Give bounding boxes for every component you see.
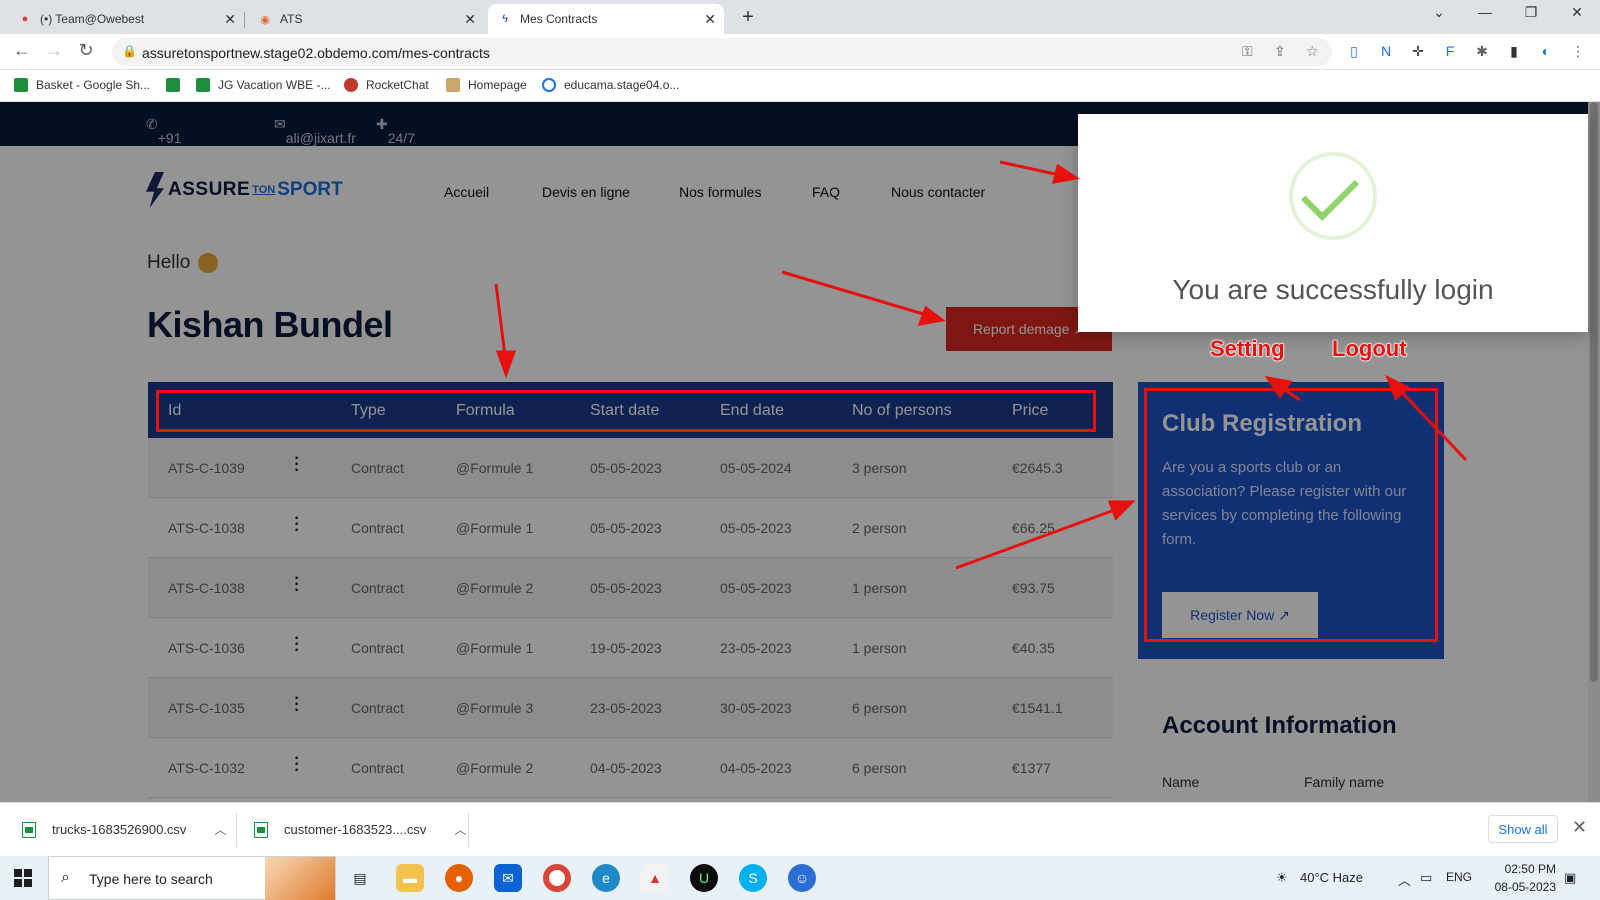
chevron-up-icon[interactable]: ︿	[214, 821, 226, 838]
success-message: You are successfully login	[1172, 274, 1494, 305]
sheets-icon	[196, 78, 210, 92]
tab-search-icon[interactable]: ⌄	[1424, 4, 1454, 21]
app-icon[interactable]: ▲	[641, 864, 669, 892]
weather-icon[interactable]: ☀	[1276, 870, 1288, 886]
file-explorer-icon[interactable]: ▬	[396, 864, 424, 892]
skype-icon[interactable]: S	[739, 864, 767, 892]
edge-icon[interactable]: e	[592, 864, 620, 892]
csv-file-icon	[254, 821, 268, 838]
page-content: ✆ +91 220244421 ✉ ali@jixart.fr ✚ 24/7 A…	[0, 102, 1600, 802]
new-tab-button[interactable]: +	[736, 6, 760, 30]
chevron-up-icon[interactable]: ︿	[454, 821, 466, 838]
educama-icon	[542, 78, 556, 92]
mail-icon[interactable]: ✉	[494, 864, 522, 892]
app-icon[interactable]: ☺	[788, 864, 816, 892]
rocketchat-icon: ●	[21, 13, 29, 25]
check-icon	[1289, 152, 1377, 240]
extension-icon[interactable]: ▯	[1344, 43, 1364, 60]
ats-icon: ◉	[260, 13, 270, 26]
sheets-icon	[166, 78, 180, 92]
close-icon[interactable]: ✕	[224, 11, 236, 28]
annotation-setting: Setting	[1210, 336, 1286, 362]
bookmark-item[interactable]	[166, 78, 188, 92]
upwork-icon[interactable]: U	[690, 864, 718, 892]
tab-label: ATS	[280, 12, 303, 26]
taskbar-search[interactable]: ⌕ Type here to search	[48, 856, 336, 900]
tab-label: Mes Contracts	[520, 12, 598, 26]
browser-tabbar: ● (•) Team@Owebest ✕ ◉ ATS ✕ ϟ Mes Contr…	[0, 0, 1600, 34]
extension-icon[interactable]: ✛	[1408, 43, 1428, 60]
minimize-button[interactable]: —	[1470, 4, 1500, 20]
csv-file-icon	[22, 821, 36, 838]
sheets-icon	[14, 78, 28, 92]
language-indicator[interactable]: ENG	[1446, 870, 1472, 884]
reload-icon[interactable]: ↻	[74, 40, 98, 61]
key-icon[interactable]: ⚿	[1242, 43, 1253, 60]
notification-icon[interactable]: ▣	[1564, 870, 1576, 886]
rocketchat-icon	[344, 78, 358, 92]
download-item[interactable]: customer-1683523....csv ︿	[254, 821, 466, 838]
forward-icon[interactable]: →	[42, 40, 66, 61]
tab-label: (•) Team@Owebest	[40, 12, 145, 26]
bookmarks-bar: Basket - Google Sh... JG Vacation WBE -.…	[0, 70, 1600, 102]
download-item[interactable]: trucks-1683526900.csv ︿	[22, 821, 226, 838]
clock[interactable]: 02:50 PM 08-05-2023	[1476, 860, 1556, 896]
share-icon[interactable]: ⇪	[1274, 43, 1286, 60]
bookmark-item[interactable]: Basket - Google Sh...	[14, 78, 150, 92]
puzzle-icon[interactable]: ✱	[1472, 43, 1492, 60]
url-field[interactable]: 🔒 assuretonsportnew.stage02.obdemo.com/m…	[112, 38, 1332, 66]
close-icon[interactable]: ✕	[1572, 817, 1587, 838]
tab-team-owebest[interactable]: ● (•) Team@Owebest ✕	[8, 4, 245, 34]
close-icon[interactable]: ✕	[464, 11, 476, 28]
close-window-button[interactable]: ✕	[1562, 4, 1592, 21]
annotation-logout: Logout	[1332, 336, 1408, 362]
search-highlight-image	[265, 857, 335, 900]
lock-icon[interactable]: 🔒	[122, 44, 137, 58]
restore-button[interactable]: ❐	[1516, 4, 1546, 21]
bookmark-item[interactable]: educama.stage04.o...	[542, 78, 679, 92]
battery-icon[interactable]: ▭	[1420, 870, 1432, 886]
address-bar: ← → ↻ 🔒 assuretonsportnew.stage02.obdemo…	[0, 34, 1600, 70]
tab-ats[interactable]: ◉ ATS ✕	[248, 4, 484, 34]
url-text: assuretonsportnew.stage02.obdemo.com/mes…	[142, 45, 490, 61]
profile-avatar[interactable]: ◐	[1536, 43, 1556, 59]
chrome-icon[interactable]	[543, 864, 571, 892]
menu-kebab-icon[interactable]: ⋮	[1568, 43, 1588, 60]
extension-icon[interactable]: N	[1376, 43, 1396, 59]
windows-start-icon[interactable]	[14, 869, 32, 887]
close-icon[interactable]: ✕	[704, 11, 716, 28]
search-placeholder: Type here to search	[89, 871, 213, 887]
success-modal: You are successfully login	[1078, 114, 1588, 332]
tab-mes-contracts[interactable]: ϟ Mes Contracts ✕	[488, 4, 724, 34]
task-view-icon[interactable]: ▤	[346, 864, 374, 892]
bolt-icon: ϟ	[502, 13, 508, 25]
downloads-bar: trucks-1683526900.csv ︿ customer-1683523.…	[0, 802, 1600, 856]
bookmark-item[interactable]: JG Vacation WBE -...	[196, 78, 330, 92]
show-all-button[interactable]: Show all	[1488, 815, 1558, 843]
back-icon[interactable]: ←	[10, 40, 34, 61]
homepage-icon	[446, 78, 460, 92]
bookmark-item[interactable]: RocketChat	[344, 78, 429, 92]
firefox-icon[interactable]: ●	[445, 864, 473, 892]
extension-icon[interactable]: F	[1440, 43, 1460, 59]
search-icon: ⌕	[61, 869, 70, 886]
chevron-up-icon[interactable]: ︿	[1398, 870, 1411, 889]
windows-taskbar: ⌕ Type here to search ▤ ▬ ● ✉ e ▲ U S ☺ …	[0, 856, 1600, 900]
weather-text[interactable]: 40°C Haze	[1300, 870, 1363, 885]
star-icon[interactable]: ☆	[1306, 43, 1319, 60]
bookmark-item[interactable]: Homepage	[446, 78, 527, 92]
sidepanel-icon[interactable]: ▮	[1504, 43, 1524, 60]
